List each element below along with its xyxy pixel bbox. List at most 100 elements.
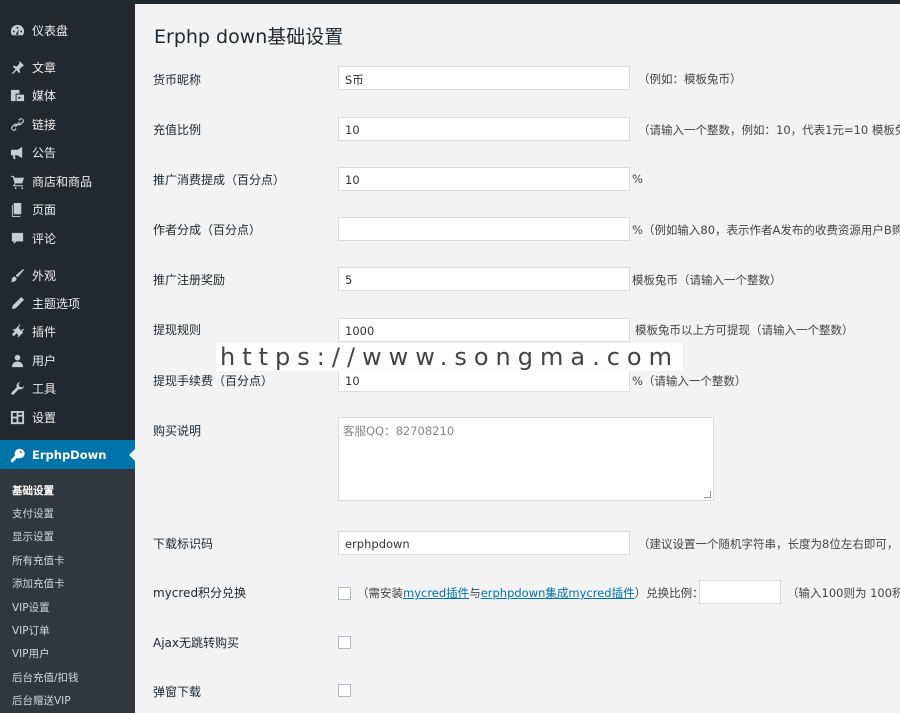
ajax-nojump-checkbox[interactable] [338, 636, 351, 649]
submenu-item-display-settings[interactable]: 显示设置 [12, 529, 54, 544]
menu-item-label: 公告 [32, 145, 57, 160]
megaphone-icon [9, 144, 25, 160]
erphpdown-mycred-plugin-link[interactable]: erphpdown集成mycred插件 [481, 586, 635, 600]
page-title: Erphp down基础设置 [154, 26, 344, 48]
promo-reward-label: 推广注册奖励 [153, 273, 226, 287]
recharge-ratio-desc: （请输入一个整数，例如：10，代表1元=10 模板兔 [638, 123, 900, 137]
menu-item-tools[interactable]: 工具 [0, 374, 135, 402]
menu-item-pages[interactable]: 页面 [0, 195, 135, 223]
key-icon [9, 447, 25, 463]
promo-commission-label: 推广消费提成（百分点） [153, 173, 286, 187]
submenu-item-all-cards[interactable]: 所有充值卡 [12, 553, 65, 568]
purchase-note-label: 购买说明 [153, 424, 202, 438]
author-share-label: 作者分成（百分点） [153, 223, 262, 237]
erphpdown-submenu: 基础设置 支付设置 显示设置 所有充值卡 添加充值卡 VIP设置 VIP订单 V… [0, 469, 135, 713]
cart-icon [9, 173, 25, 189]
submenu-item-gift-vip[interactable]: 后台赠送VIP [12, 693, 71, 708]
menu-item-label: 外观 [32, 268, 57, 283]
mycred-checkbox[interactable] [338, 587, 351, 600]
menu-item-settings[interactable]: 设置 [0, 403, 135, 431]
menu-item-announcements[interactable]: 公告 [0, 138, 135, 166]
settings-icon [9, 409, 25, 425]
menu-item-label: 商店和商品 [32, 174, 93, 189]
purchase-note-textarea[interactable]: 客服QQ：82708210 [338, 417, 714, 501]
promo-commission-desc: % [632, 172, 643, 186]
mycred-desc-pre: （需安装 [357, 586, 403, 600]
withdraw-rule-label: 提现规则 [153, 323, 202, 337]
mycred-desc-post: ）兑换比例： [634, 586, 704, 600]
menu-item-users[interactable]: 用户 [0, 346, 135, 374]
download-key-desc: （建议设置一个随机字符串，长度为8位左右即可， [638, 537, 899, 551]
submenu-item-vip-orders[interactable]: VIP订单 [12, 623, 50, 638]
admin-sidebar: 仪表盘 文章 媒体 链接 公告 商店和商品 页面 评论 外观 主题选项 插件 用… [0, 4, 136, 713]
menu-item-label: 评论 [32, 231, 57, 246]
menu-item-posts[interactable]: 文章 [0, 53, 135, 81]
comment-icon [9, 230, 25, 246]
withdraw-rule-desc: 模板兔币以上方可提现（请输入一个整数） [635, 323, 854, 337]
mycred-desc-mid: 与 [469, 586, 481, 600]
mycred-ratio-desc: （输入100则为 100积分 [787, 586, 900, 600]
promo-reward-input[interactable]: 5 [338, 267, 630, 291]
submenu-item-vip-settings[interactable]: VIP设置 [12, 600, 50, 615]
submenu-item-basic-settings[interactable]: 基础设置 [12, 483, 54, 498]
purchase-note-text: 客服QQ：82708210 [343, 424, 455, 438]
menu-item-label: ErphpDown [32, 448, 107, 462]
menu-item-label: 工具 [32, 381, 57, 396]
submenu-item-recharge-deduct[interactable]: 后台充值/扣钱 [12, 670, 79, 685]
pencil-icon [9, 295, 25, 311]
media-icon [9, 87, 25, 103]
popup-download-label: 弹窗下载 [153, 685, 202, 699]
menu-item-label: 用户 [32, 353, 57, 368]
submenu-item-vip-users[interactable]: VIP用户 [12, 646, 50, 661]
menu-item-label: 插件 [32, 324, 57, 339]
menu-item-label: 文章 [32, 60, 57, 75]
promo-reward-desc: 模板兔币（请输入一个整数） [632, 273, 782, 287]
download-key-input[interactable]: erphpdown [338, 531, 630, 555]
withdraw-fee-desc: %（请输入一个整数） [632, 374, 747, 388]
currency-name-desc: （例如：模板兔币） [638, 72, 742, 86]
menu-item-appearance[interactable]: 外观 [0, 261, 135, 289]
mycred-plugin-link[interactable]: mycred插件 [403, 586, 469, 600]
withdraw-rule-input[interactable]: 1000 [338, 318, 630, 342]
menu-item-label: 链接 [32, 117, 57, 132]
author-share-input[interactable] [338, 217, 630, 241]
mycred-ratio-input[interactable] [699, 580, 781, 604]
currency-name-label: 货币昵称 [153, 73, 202, 87]
withdraw-fee-input[interactable]: 10 [338, 368, 630, 392]
download-key-label: 下载标识码 [153, 537, 214, 551]
menu-item-label: 设置 [32, 410, 57, 425]
submenu-item-payment-settings[interactable]: 支付设置 [12, 506, 54, 521]
wrench-icon [9, 380, 25, 396]
link-icon [9, 116, 25, 132]
menu-item-label: 仪表盘 [32, 23, 69, 38]
mycred-desc: （需安装mycred插件与erphpdown集成mycred插件）兑换比例： [357, 585, 704, 601]
mycred-label: mycred积分兑换 [153, 586, 247, 600]
recharge-ratio-input[interactable]: 10 [338, 117, 630, 141]
watermark: https://www.songma.com [216, 343, 683, 371]
pin-icon [9, 59, 25, 75]
menu-item-plugins[interactable]: 插件 [0, 317, 135, 345]
resize-handle[interactable] [704, 491, 711, 498]
menu-item-dashboard[interactable]: 仪表盘 [0, 16, 135, 44]
author-share-desc: %（例如输入80，表示作者A发布的收费资源用户B购 [632, 223, 900, 237]
menu-item-label: 主题选项 [32, 296, 81, 311]
menu-item-media[interactable]: 媒体 [0, 81, 135, 109]
currency-name-input[interactable]: S币 [338, 66, 630, 90]
dashboard-icon [9, 22, 25, 38]
menu-item-store[interactable]: 商店和商品 [0, 167, 135, 195]
menu-item-comments[interactable]: 评论 [0, 224, 135, 252]
recharge-ratio-label: 充值比例 [153, 123, 202, 137]
menu-item-label: 页面 [32, 202, 57, 217]
menu-item-label: 媒体 [32, 88, 57, 103]
menu-item-theme-options[interactable]: 主题选项 [0, 289, 135, 317]
menu-item-erphpdown[interactable]: ErphpDown [0, 440, 136, 470]
submenu-item-add-card[interactable]: 添加充值卡 [12, 576, 65, 591]
promo-commission-input[interactable]: 10 [338, 167, 630, 191]
withdraw-fee-label: 提现手续费（百分点） [153, 374, 274, 388]
page-icon [9, 201, 25, 217]
menu-item-links[interactable]: 链接 [0, 110, 135, 138]
user-icon [9, 352, 25, 368]
popup-download-checkbox[interactable] [338, 684, 351, 697]
ajax-nojump-label: Ajax无跳转购买 [153, 636, 239, 650]
plug-icon [9, 323, 25, 339]
